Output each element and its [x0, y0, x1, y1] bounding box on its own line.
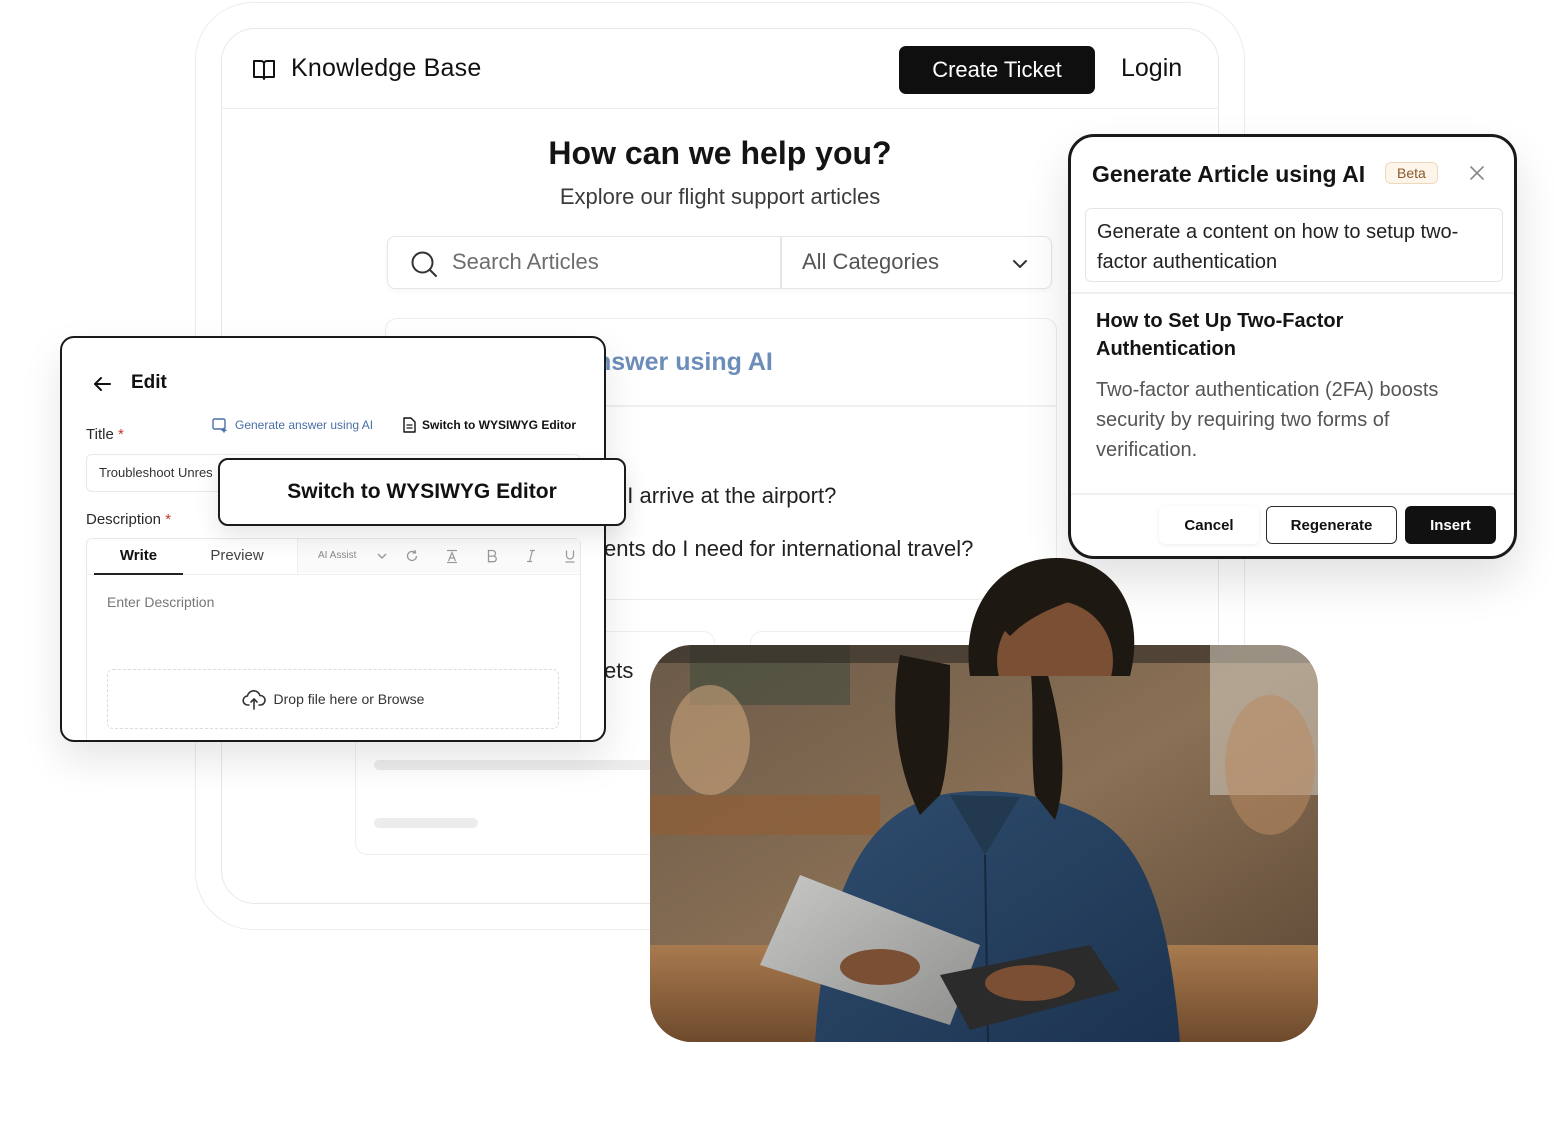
edit-panel: Edit Title * Generate answer using AI Sw… — [60, 336, 606, 742]
file-drop-zone[interactable]: Drop file here or Browse — [107, 669, 559, 729]
generate-article-modal: Generate Article using AI Beta Generate … — [1068, 134, 1517, 559]
editor-tabs: Write Preview AI Assist — [87, 539, 580, 575]
description-input[interactable]: Enter Description — [107, 594, 214, 610]
login-link[interactable]: Login — [1121, 54, 1182, 83]
kb-header: Knowledge Base Create Ticket Login — [222, 29, 1218, 109]
faq-question[interactable]: ld I arrive at the airport? — [604, 483, 836, 509]
woman-head-illustration — [968, 557, 1135, 676]
faq-question[interactable]: ents do I need for international travel? — [604, 536, 973, 562]
description-editor: Write Preview AI Assist Enter Descriptio… — [86, 538, 581, 740]
text-color-icon[interactable] — [444, 548, 460, 564]
divider — [1071, 493, 1514, 495]
generate-answer-link[interactable]: Generate answer using AI — [212, 417, 373, 433]
bold-icon[interactable] — [484, 548, 500, 564]
document-icon — [403, 417, 416, 433]
ai-generate-icon — [212, 418, 228, 433]
switch-wysiwyg-link[interactable]: Switch to WYSIWYG Editor — [402, 417, 576, 433]
modal-title: Generate Article using AI — [1092, 161, 1366, 187]
search-bar: Search Articles All Categories — [387, 236, 1052, 289]
description-label-text: Description — [86, 511, 162, 528]
close-icon[interactable] — [1468, 164, 1486, 182]
search-icon — [411, 251, 437, 277]
required-mark: * — [117, 426, 124, 443]
generate-answer-link-label: Generate answer using AI — [235, 418, 374, 432]
cancel-button[interactable]: Cancel — [1159, 506, 1259, 544]
woman-using-laptop-photo — [650, 645, 1318, 1042]
generate-answer-heading: nswer using AI — [596, 348, 773, 376]
prompt-input[interactable]: Generate a content on how to setup two-f… — [1085, 208, 1503, 282]
book-icon — [253, 60, 275, 80]
edit-title: Edit — [131, 372, 167, 393]
ai-assist-dropdown[interactable]: AI Assist — [318, 550, 356, 561]
chevron-down-icon[interactable] — [374, 548, 390, 564]
kb-title: Knowledge Base — [291, 54, 482, 82]
upload-cloud-icon — [241, 690, 266, 710]
divider — [1071, 292, 1514, 294]
title-label-text: Title — [86, 426, 114, 443]
drop-zone-label: Drop file here or Browse — [273, 691, 425, 707]
create-ticket-button[interactable]: Create Ticket — [899, 46, 1095, 94]
tab-preview[interactable]: Preview — [197, 539, 277, 575]
topic-card-title: ets — [604, 658, 634, 683]
italic-icon[interactable] — [523, 548, 539, 564]
article-body: Two-factor authentication (2FA) boosts s… — [1096, 379, 1439, 461]
refresh-icon[interactable] — [404, 548, 420, 564]
article-title: How to Set Up Two-Factor Authentication — [1096, 310, 1344, 360]
search-divider — [780, 237, 782, 288]
chevron-down-icon[interactable] — [1011, 255, 1029, 273]
search-input[interactable]: Search Articles — [452, 249, 599, 275]
tab-write[interactable]: Write — [94, 539, 183, 575]
switch-wysiwyg-link-label: Switch to WYSIWYG Editor — [422, 418, 576, 432]
description-label: Description * — [86, 511, 171, 528]
switch-wysiwyg-popup[interactable]: Switch to WYSIWYG Editor — [218, 458, 626, 526]
category-select[interactable]: All Categories — [802, 249, 939, 275]
underline-icon[interactable] — [562, 548, 578, 564]
back-arrow-icon[interactable] — [92, 374, 112, 394]
editor-toolbar: AI Assist — [297, 539, 580, 573]
skeleton-line — [374, 818, 478, 828]
beta-badge: Beta — [1385, 162, 1438, 184]
title-label: Title * — [86, 426, 124, 443]
regenerate-button[interactable]: Regenerate — [1266, 506, 1397, 544]
skeleton-line — [374, 760, 674, 770]
insert-button[interactable]: Insert — [1405, 506, 1496, 544]
required-mark: * — [165, 511, 172, 528]
